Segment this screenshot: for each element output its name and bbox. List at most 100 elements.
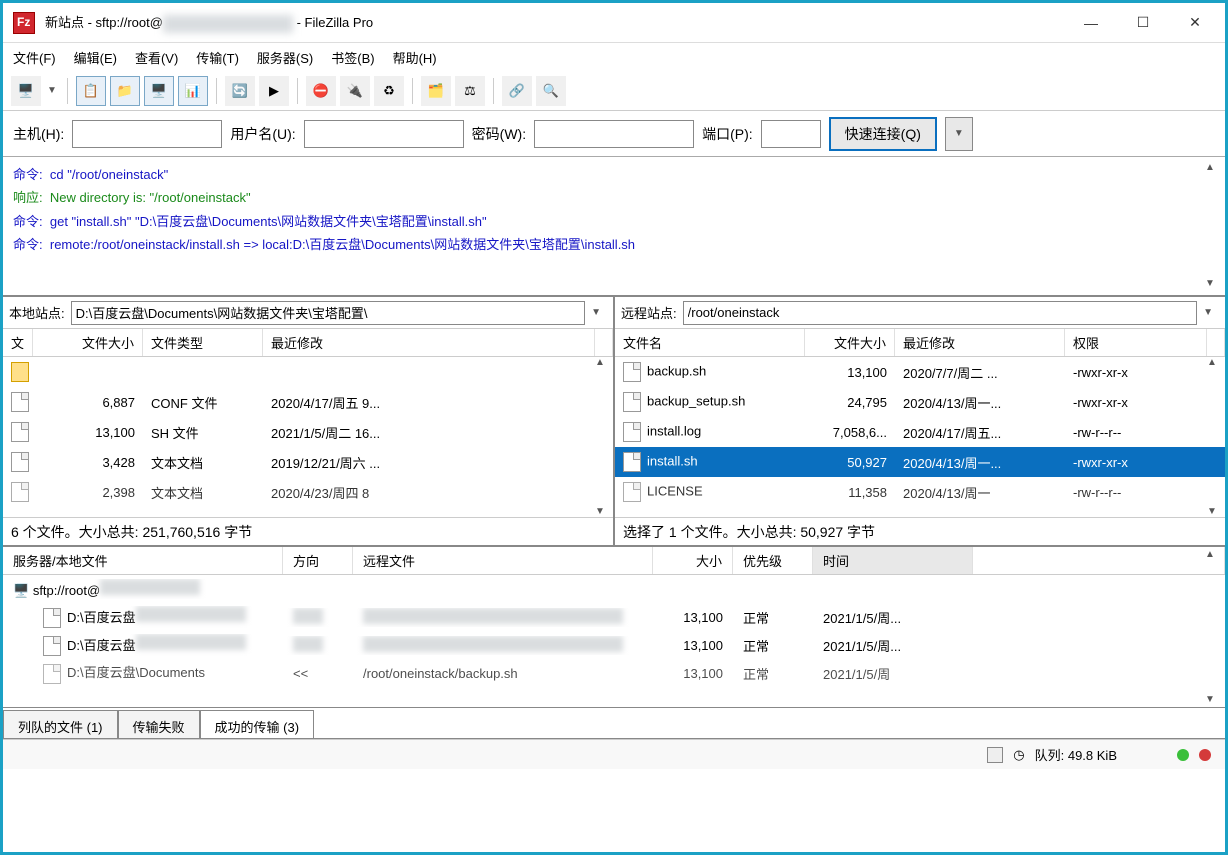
file-icon: [11, 482, 29, 502]
lock-icon[interactable]: [987, 747, 1003, 763]
menu-help[interactable]: 帮助(H): [393, 48, 437, 67]
list-item: 3,428文本文档2019/12/21/周六 ...: [3, 447, 613, 477]
quickconnect-bar: 主机(H): 用户名(U): 密码(W): 端口(P): 快速连接(Q) ▼: [3, 111, 1225, 157]
scroll-down-icon[interactable]: ▼: [1205, 694, 1215, 705]
cancel-button[interactable]: ⛔: [306, 76, 336, 106]
menu-transfer[interactable]: 传输(T): [196, 48, 239, 67]
qcol-server[interactable]: 服务器/本地文件: [3, 547, 283, 574]
local-path-dropdown-icon[interactable]: ▼: [591, 307, 601, 318]
scroll-up-icon[interactable]: ▲: [1205, 549, 1215, 560]
menu-edit[interactable]: 编辑(E): [74, 48, 117, 67]
user-input[interactable]: [304, 120, 464, 148]
transfer-queue[interactable]: 服务器/本地文件 方向 远程文件 大小 优先级 时间 🖥️ sftp://roo…: [3, 547, 1225, 707]
pass-input[interactable]: [534, 120, 694, 148]
col-type[interactable]: 文件类型: [143, 329, 263, 356]
list-item: 6,887CONF 文件2020/4/17/周五 9...: [3, 387, 613, 417]
qcol-remote[interactable]: 远程文件: [353, 547, 653, 574]
toggle-log-button[interactable]: 📋: [76, 76, 106, 106]
titlebar: 新站点 - sftp://root@ - FileZilla Pro — ☐ ✕: [3, 3, 1225, 43]
refresh-button[interactable]: 🔄: [225, 76, 255, 106]
scroll-up-icon[interactable]: ▲: [1207, 357, 1217, 368]
file-icon: [623, 422, 641, 442]
remote-path-input[interactable]: [683, 301, 1197, 325]
col-mod[interactable]: 最近修改: [895, 329, 1065, 356]
list-item: backup_setup.sh24,7952020/4/13/周一...-rwx…: [615, 387, 1225, 417]
local-site-label: 本地站点:: [9, 303, 65, 322]
scroll-down-icon[interactable]: ▼: [1207, 506, 1217, 517]
menu-bookmarks[interactable]: 书签(B): [331, 48, 374, 67]
local-path-input[interactable]: [71, 301, 585, 325]
filter-button[interactable]: 🗂️: [421, 76, 451, 106]
local-pane: 本地站点: ▼ 文 文件大小 文件类型 最近修改 6,887CONF 文件202…: [3, 297, 615, 545]
sitemanager-dropdown[interactable]: ▼: [45, 85, 59, 96]
col-name[interactable]: 文件名: [615, 329, 805, 356]
queue-tabs: 列队的文件 (1) 传输失败 成功的传输 (3): [3, 707, 1225, 739]
search-button[interactable]: 🔍: [536, 76, 566, 106]
quickconnect-dropdown[interactable]: ▼: [945, 117, 973, 151]
tab-queued[interactable]: 列队的文件 (1): [3, 710, 118, 738]
list-item: install.log7,058,6...2020/4/17/周五...-rw-…: [615, 417, 1225, 447]
status-green-icon: [1177, 749, 1189, 761]
log-scroll-down-icon[interactable]: ▼: [1205, 275, 1215, 293]
quickconnect-button[interactable]: 快速连接(Q): [829, 117, 937, 151]
maximize-button[interactable]: ☐: [1117, 6, 1169, 40]
file-icon: [623, 482, 641, 502]
speedlimit-icon[interactable]: ◷: [1013, 747, 1024, 763]
queue-size: 队列: 49.8 KiB: [1035, 745, 1117, 764]
toolbar: 🖥️ ▼ 📋 📁 🖥️ 📊 🔄 ▶ ⛔ 🔌 ♻ 🗂️ ⚖ 🔗 🔍: [3, 71, 1225, 111]
file-icon: [623, 362, 641, 382]
toggle-remotetree-button[interactable]: 🖥️: [144, 76, 174, 106]
file-icon: [623, 392, 641, 412]
minimize-button[interactable]: —: [1065, 6, 1117, 40]
compare-button[interactable]: ⚖: [455, 76, 485, 106]
col-size[interactable]: 文件大小: [33, 329, 143, 356]
queue-row: D:\百度云盘 13,100 正常 2021/1/5/周...: [3, 631, 1225, 659]
port-input[interactable]: [761, 120, 821, 148]
sync-browse-button[interactable]: 🔗: [502, 76, 532, 106]
tab-failed[interactable]: 传输失败: [118, 710, 200, 738]
local-headers: 文 文件大小 文件类型 最近修改: [3, 329, 613, 357]
scroll-up-icon[interactable]: ▲: [595, 357, 605, 368]
remote-site-label: 远程站点:: [621, 303, 677, 322]
col-name[interactable]: 文: [3, 329, 33, 356]
menu-file[interactable]: 文件(F): [13, 48, 56, 67]
sitemanager-button[interactable]: 🖥️: [11, 76, 41, 106]
remote-file-list[interactable]: backup.sh13,1002020/7/7/周二 ...-rwxr-xr-x…: [615, 357, 1225, 517]
reconnect-button[interactable]: ♻: [374, 76, 404, 106]
qcol-dir[interactable]: 方向: [283, 547, 353, 574]
col-mod[interactable]: 最近修改: [263, 329, 595, 356]
file-icon: [623, 452, 641, 472]
close-button[interactable]: ✕: [1169, 6, 1221, 40]
qcol-prio[interactable]: 优先级: [733, 547, 813, 574]
disconnect-button[interactable]: 🔌: [340, 76, 370, 106]
queue-row: D:\百度云盘\Documents << /root/oneinstack/ba…: [3, 659, 1225, 687]
qcol-time[interactable]: 时间: [813, 547, 973, 574]
process-queue-button[interactable]: ▶: [259, 76, 289, 106]
scroll-down-icon[interactable]: ▼: [595, 506, 605, 517]
file-icon: [43, 664, 61, 684]
col-size[interactable]: 文件大小: [805, 329, 895, 356]
toggle-queue-button[interactable]: 📊: [178, 76, 208, 106]
tab-successful[interactable]: 成功的传输 (3): [200, 710, 315, 738]
col-perm[interactable]: 权限: [1065, 329, 1207, 356]
list-item: backup.sh13,1002020/7/7/周二 ...-rwxr-xr-x: [615, 357, 1225, 387]
remote-path-dropdown-icon[interactable]: ▼: [1203, 307, 1213, 318]
host-input[interactable]: [72, 120, 222, 148]
file-icon: [11, 392, 29, 412]
remote-status: 选择了 1 个文件。大小总共: 50,927 字节: [615, 517, 1225, 545]
menu-view[interactable]: 查看(V): [135, 48, 178, 67]
toggle-localtree-button[interactable]: 📁: [110, 76, 140, 106]
port-label: 端口(P):: [702, 124, 753, 144]
host-blurred: [163, 15, 293, 33]
remote-pane: 远程站点: ▼ 文件名 文件大小 最近修改 权限 backup.sh13,100…: [615, 297, 1225, 545]
log-scroll-up-icon[interactable]: ▲: [1205, 159, 1215, 177]
local-file-list[interactable]: 6,887CONF 文件2020/4/17/周五 9... 13,100SH 文…: [3, 357, 613, 517]
menu-server[interactable]: 服务器(S): [257, 48, 313, 67]
file-icon: [11, 452, 29, 472]
pass-label: 密码(W):: [472, 124, 526, 144]
user-label: 用户名(U):: [230, 124, 295, 144]
qcol-size[interactable]: 大小: [653, 547, 733, 574]
list-item: 13,100SH 文件2021/1/5/周二 16...: [3, 417, 613, 447]
list-item: LICENSE11,3582020/4/13/周一-rw-r--r--: [615, 477, 1225, 507]
message-log[interactable]: 命令: cd "/root/oneinstack" 响应: New direct…: [3, 157, 1225, 297]
